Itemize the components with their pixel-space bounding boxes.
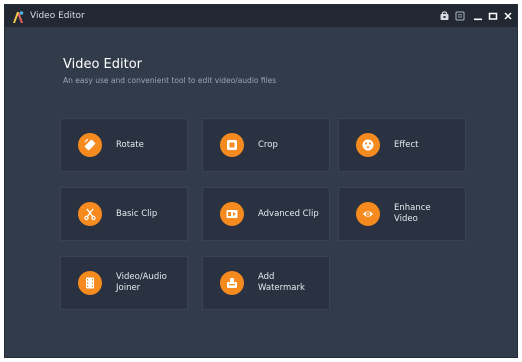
scissors-icon: [78, 202, 102, 226]
rotate-tile[interactable]: Rotate: [60, 118, 188, 172]
advanced-clip-tile[interactable]: Advanced Clip: [202, 187, 330, 241]
tile-label: Rotate: [116, 139, 144, 150]
title-bar[interactable]: Video Editor: [5, 5, 517, 27]
close-button[interactable]: [501, 9, 515, 23]
add-watermark-tile[interactable]: Add Watermark: [202, 256, 330, 310]
maximize-button[interactable]: [486, 9, 500, 23]
basic-clip-tile[interactable]: Basic Clip: [60, 187, 188, 241]
tile-label: Effect: [394, 139, 419, 150]
tile-label: Video/Audio Joiner: [116, 272, 167, 293]
cart-icon[interactable]: [437, 9, 451, 23]
film-joiner-icon: [78, 271, 102, 295]
tile-label: Crop: [258, 139, 278, 150]
page-subtitle: An easy use and convenient tool to edit …: [63, 76, 277, 85]
tile-label: Enhance Video: [394, 203, 431, 224]
window-title: Video Editor: [30, 11, 85, 21]
enhance-video-tile[interactable]: Enhance Video: [338, 187, 466, 241]
watermark-icon: [220, 271, 244, 295]
effect-icon: [356, 133, 380, 157]
effect-tile[interactable]: Effect: [338, 118, 466, 172]
feedback-icon[interactable]: [453, 9, 467, 23]
rotate-icon: [78, 133, 102, 157]
app-logo-icon: [11, 9, 25, 23]
page-title: Video Editor: [63, 57, 143, 72]
tile-label: Basic Clip: [116, 208, 158, 219]
crop-tile[interactable]: Crop: [202, 118, 330, 172]
video-audio-joiner-tile[interactable]: Video/Audio Joiner: [60, 256, 188, 310]
minimize-button[interactable]: [471, 9, 485, 23]
tile-label: Add Watermark: [258, 272, 305, 293]
advanced-clip-icon: [220, 202, 244, 226]
app-window: Video Editor Video Editor An easy use an…: [4, 4, 518, 358]
crop-icon: [220, 133, 244, 157]
tile-label: Advanced Clip: [258, 208, 319, 219]
enhance-video-icon: [356, 202, 380, 226]
